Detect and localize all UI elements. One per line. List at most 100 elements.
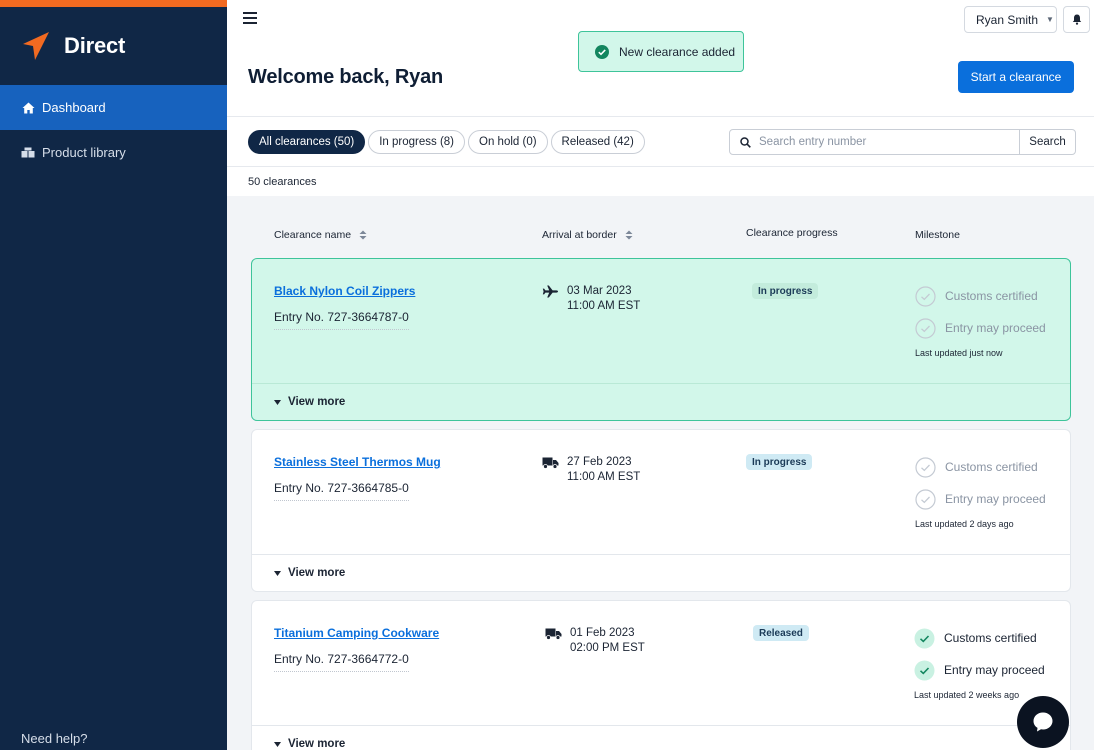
milestone-entry-may-proceed: Entry may proceed xyxy=(915,483,1046,515)
arrival-time: 02:00 PM EST xyxy=(570,642,645,654)
milestone-entry-may-proceed: Entry may proceed xyxy=(914,654,1045,686)
tab-on-hold[interactable]: On hold (0) xyxy=(468,130,548,154)
user-menu-dropdown[interactable]: Ryan Smith ▼ xyxy=(964,6,1057,33)
brand-name: Direct xyxy=(64,33,126,58)
user-name: Ryan Smith xyxy=(976,12,1039,27)
status-badge: In progress xyxy=(746,454,813,470)
filters-divider xyxy=(227,166,1094,167)
last-updated: Last updated 2 days ago xyxy=(915,519,1014,529)
search-button[interactable]: Search xyxy=(1019,129,1076,155)
arrival-info: 03 Mar 2023 11:00 AM EST xyxy=(542,284,640,314)
milestone-label: Customs certified xyxy=(945,289,1038,303)
milestone-entry-may-proceed: Entry may proceed xyxy=(915,312,1046,344)
column-label: Arrival at border xyxy=(542,229,617,241)
arrival-info: 27 Feb 2023 11:00 AM EST xyxy=(542,455,640,485)
brand[interactable]: Direct xyxy=(22,31,125,61)
chat-widget-button[interactable] xyxy=(1017,696,1069,748)
sidebar: Direct Dashboard Product library Need he… xyxy=(0,0,227,750)
arrival-time: 11:00 AM EST xyxy=(567,300,641,312)
caret-down-icon xyxy=(274,399,281,405)
search-field xyxy=(729,129,1020,155)
column-header-milestone: Milestone xyxy=(915,229,960,241)
view-more-label: View more xyxy=(288,567,346,579)
chat-icon xyxy=(1033,712,1053,732)
sidebar-item-label: Dashboard xyxy=(42,100,106,115)
sidebar-accent-bar xyxy=(0,0,227,7)
arrival-info: 01 Feb 2023 02:00 PM EST xyxy=(545,626,645,656)
column-header-name[interactable]: Clearance name xyxy=(274,229,367,241)
milestones: Customs certified Entry may proceed Last… xyxy=(915,451,1046,529)
milestone-label: Entry may proceed xyxy=(944,663,1045,677)
clearance-name-link[interactable]: Stainless Steel Thermos Mug xyxy=(274,455,441,469)
milestone-customs-certified: Customs certified xyxy=(914,622,1045,654)
caret-down-icon xyxy=(274,741,281,747)
last-updated: Last updated just now xyxy=(915,348,1003,358)
truck-icon xyxy=(542,457,559,469)
tab-in-progress[interactable]: In progress (8) xyxy=(368,130,466,154)
check-circle-outline-icon xyxy=(915,285,936,307)
column-header-progress: Clearance progress xyxy=(746,227,838,239)
check-circle-outline-icon xyxy=(915,488,936,510)
search-input[interactable] xyxy=(759,136,999,148)
result-count: 50 clearances xyxy=(248,176,317,188)
tab-released[interactable]: Released (42) xyxy=(550,130,645,154)
status-badge: Released xyxy=(753,625,809,641)
plane-icon xyxy=(542,285,558,298)
entry-number: Entry No. 727-3664787-0 xyxy=(274,310,409,330)
sidebar-item-dashboard[interactable]: Dashboard xyxy=(0,85,227,130)
logo-icon xyxy=(23,32,49,60)
milestone-customs-certified: Customs certified xyxy=(915,280,1046,312)
entry-number: Entry No. 727-3664772-0 xyxy=(274,652,409,672)
sidebar-item-product-library[interactable]: Product library xyxy=(0,130,227,175)
arrival-date: 01 Feb 2023 xyxy=(570,627,635,639)
milestone-label: Entry may proceed xyxy=(945,492,1046,506)
page-title: Welcome back, Ryan xyxy=(248,66,444,88)
clearance-card: Stainless Steel Thermos Mug Entry No. 72… xyxy=(251,429,1071,592)
clearance-name-link[interactable]: Black Nylon Coil Zippers xyxy=(274,284,415,298)
toast-message: New clearance added xyxy=(619,44,736,59)
search-icon xyxy=(740,136,751,148)
check-circle-icon xyxy=(595,44,609,59)
milestones: Customs certified Entry may proceed Last… xyxy=(915,280,1046,358)
check-circle-outline-icon xyxy=(915,317,936,339)
milestones: Customs certified Entry may proceed Last… xyxy=(914,622,1045,700)
view-more-toggle[interactable]: View more xyxy=(274,567,345,579)
card-divider xyxy=(252,383,1070,384)
view-more-toggle[interactable]: View more xyxy=(274,738,345,750)
view-more-label: View more xyxy=(288,396,346,408)
clearance-card: Black Nylon Coil Zippers Entry No. 727-3… xyxy=(251,258,1071,421)
sort-icon xyxy=(625,230,633,240)
last-updated: Last updated 2 weeks ago xyxy=(914,690,1020,700)
view-more-label: View more xyxy=(288,738,346,750)
milestone-label: Entry may proceed xyxy=(945,321,1046,335)
entry-number: Entry No. 727-3664785-0 xyxy=(274,481,409,501)
boxes-icon xyxy=(21,147,35,159)
truck-icon xyxy=(545,628,562,640)
status-badge: In progress xyxy=(752,283,819,299)
arrival-time: 11:00 AM EST xyxy=(567,471,641,483)
chevron-down-icon: ▼ xyxy=(1046,15,1054,24)
milestone-label: Customs certified xyxy=(945,460,1038,474)
start-clearance-button[interactable]: Start a clearance xyxy=(958,61,1074,93)
milestone-customs-certified: Customs certified xyxy=(915,451,1046,483)
clearance-card: Titanium Camping Cookware Entry No. 727-… xyxy=(251,600,1071,750)
tab-all-clearances[interactable]: All clearances (50) xyxy=(248,130,366,154)
success-toast: New clearance added xyxy=(578,31,744,72)
view-more-toggle[interactable]: View more xyxy=(274,396,345,408)
clearance-name-link[interactable]: Titanium Camping Cookware xyxy=(274,626,439,640)
sort-icon xyxy=(359,230,367,240)
column-label: Clearance name xyxy=(274,229,352,241)
need-help-link[interactable]: Need help? xyxy=(21,731,88,746)
check-circle-outline-icon xyxy=(915,456,936,478)
column-header-arrival[interactable]: Arrival at border xyxy=(542,229,633,241)
header-divider xyxy=(227,116,1094,117)
bell-icon xyxy=(1072,14,1081,25)
filter-tabs: All clearances (50) In progress (8) On h… xyxy=(248,130,648,154)
menu-toggle-icon[interactable] xyxy=(243,12,257,24)
notifications-button[interactable] xyxy=(1063,6,1090,33)
arrival-date: 27 Feb 2023 xyxy=(567,456,632,468)
check-circle-filled-icon xyxy=(914,660,935,680)
card-divider xyxy=(252,554,1070,555)
milestone-label: Customs certified xyxy=(944,631,1037,645)
sidebar-item-label: Product library xyxy=(42,145,126,160)
